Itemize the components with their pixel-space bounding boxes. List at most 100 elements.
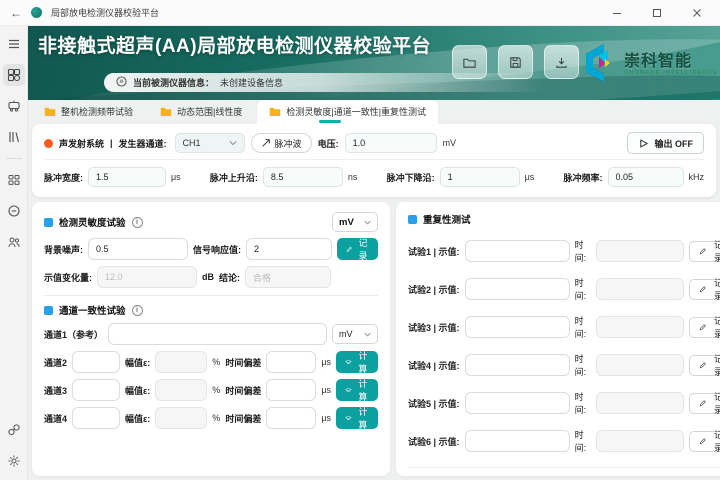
fall-edge-label: 脉冲下降沿: — [386, 172, 435, 183]
trial1-record-button[interactable]: 记录 — [689, 240, 720, 263]
trial4-time-input — [596, 354, 685, 376]
channel4-calc-button[interactable]: 计算 — [336, 407, 379, 430]
channel4-input[interactable] — [72, 407, 121, 429]
maximize-button[interactable] — [652, 8, 662, 18]
users-icon[interactable] — [3, 231, 25, 253]
logo-name: 崇科智能 — [624, 53, 693, 71]
save-button[interactable] — [498, 45, 533, 79]
pencil-icon — [700, 361, 707, 368]
library-icon[interactable] — [3, 126, 25, 148]
channel3-timedev-input[interactable] — [266, 379, 317, 401]
pulse-width-input[interactable] — [88, 167, 166, 187]
channel1-label: 通道1（参考） — [44, 329, 104, 340]
company-logo-icon — [578, 42, 618, 89]
trial5-record-button[interactable]: 记录 — [689, 392, 720, 415]
consistency-unit-select[interactable]: mV — [332, 324, 379, 344]
tab-dynamic-range-linearity[interactable]: 动态范围|线性度 — [148, 100, 254, 124]
tab-sensitivity-consistency-repeatability[interactable]: 检测灵敏度|通道一致性|重复性测试 — [257, 100, 439, 124]
signal-response-input[interactable] — [246, 238, 332, 260]
voltage-unit: mV — [442, 138, 457, 148]
device-icon[interactable] — [3, 95, 25, 117]
link-icon[interactable] — [3, 419, 25, 441]
trial2-value-input[interactable] — [464, 278, 570, 300]
pulse-frequency-label: 脉冲频率: — [563, 172, 603, 183]
channel2-calc-button[interactable]: 计算 — [336, 351, 379, 374]
trial3-time-input — [596, 316, 685, 338]
window-titlebar: ← 局部放电检测仪器校验平台 — [0, 0, 720, 26]
pencil-icon — [700, 323, 707, 330]
channel3-label: 通道3 — [44, 385, 68, 396]
section-bullet — [44, 305, 53, 315]
channel-label: 发生器通道: — [118, 138, 167, 149]
repeatability-section-title: 重复性测试 — [423, 215, 471, 226]
chat-icon[interactable] — [3, 200, 25, 222]
channel1-input[interactable] — [108, 323, 328, 345]
page-title: 非接触式超声(AA)局部放电检测仪器校验平台 — [38, 36, 432, 57]
folder-tab-icon — [160, 107, 172, 116]
sensitivity-consistency-panel: 检测灵敏度试验 i mV 背景噪声: 信号响应值: 记录 示 — [32, 202, 391, 476]
info-icon[interactable]: i — [131, 216, 143, 228]
company-logo: 崇科智能 CHONGKE INTELLIGENCE — [578, 42, 718, 89]
rise-edge-input[interactable] — [262, 167, 343, 187]
hamburger-menu-icon[interactable] — [3, 33, 25, 55]
generator-channel-select[interactable]: CH1 — [174, 133, 245, 153]
channel4-timedev-input[interactable] — [266, 407, 317, 429]
calculate-icon — [345, 387, 352, 393]
trial2-record-button[interactable]: 记录 — [689, 278, 720, 301]
pulse-frequency-input[interactable] — [607, 167, 684, 187]
fall-edge-input[interactable] — [439, 167, 520, 187]
tab-frequency-band-test[interactable]: 整机检测频带试验 — [32, 100, 145, 124]
trial2-time-input — [596, 278, 685, 300]
channel2-input[interactable] — [72, 351, 121, 373]
left-sidebar — [0, 26, 28, 480]
channel2-timedev-input[interactable] — [266, 351, 317, 373]
conclusion-input — [245, 266, 331, 288]
channel2-amplitude-input — [155, 351, 208, 373]
minimize-button[interactable] — [612, 8, 622, 18]
trial6-record-button[interactable]: 记录 — [689, 430, 720, 453]
trial1-time-input — [596, 240, 685, 262]
trial3-record-button[interactable]: 记录 — [689, 316, 720, 339]
trial5-label: 试验5 | 示值: — [408, 398, 460, 409]
chevron-down-icon — [364, 220, 371, 224]
trial4-value-input[interactable] — [464, 354, 570, 376]
voltage-input[interactable] — [344, 133, 437, 153]
pulse-width-label: 脉冲宽度: — [44, 172, 83, 183]
system-label: 声发射系统 — [59, 138, 105, 149]
sensitivity-unit-select[interactable]: mV — [332, 212, 379, 232]
dashboard-icon[interactable] — [2, 64, 25, 86]
trial6-label: 试验6 | 示值: — [408, 436, 460, 447]
sensitivity-record-button[interactable]: 记录 — [337, 238, 379, 261]
trial4-label: 试验4 | 示值: — [408, 360, 460, 371]
trial4-record-button[interactable]: 记录 — [689, 354, 720, 377]
section-bullet — [408, 214, 418, 224]
background-noise-input[interactable] — [88, 238, 188, 260]
modules-icon[interactable] — [3, 169, 25, 191]
close-button[interactable] — [692, 8, 702, 18]
trial6-time-input — [596, 430, 685, 452]
trial6-value-input[interactable] — [464, 430, 570, 452]
status-value: 未创建设备信息 — [220, 78, 284, 88]
page-header: 非接触式超声(AA)局部放电检测仪器校验平台 当前被测仪器信息： 未创建设备信息 — [28, 26, 720, 100]
channel3-input[interactable] — [72, 379, 121, 401]
channel3-calc-button[interactable]: 计算 — [336, 379, 379, 402]
voltage-label: 电压: — [317, 138, 339, 149]
response-label: 信号响应值: — [193, 244, 241, 255]
pencil-icon — [346, 246, 352, 252]
channel4-amplitude-input — [155, 407, 208, 429]
chevron-down-icon — [364, 332, 371, 336]
info-icon[interactable]: i — [131, 304, 143, 316]
output-toggle-button[interactable]: 输出 OFF — [626, 132, 704, 154]
pencil-icon — [700, 399, 707, 406]
status-message-icon — [116, 76, 127, 89]
trial1-value-input[interactable] — [464, 240, 570, 262]
trial3-value-input[interactable] — [464, 316, 570, 338]
open-folder-button[interactable] — [452, 45, 487, 79]
waveform-button[interactable]: 脉冲波 — [250, 133, 312, 153]
settings-gear-icon[interactable] — [3, 450, 25, 472]
download-button[interactable] — [544, 45, 579, 79]
calculate-icon — [345, 415, 352, 421]
pencil-icon — [700, 285, 707, 292]
trial5-value-input[interactable] — [464, 392, 570, 414]
back-arrow-icon[interactable]: ← — [10, 6, 22, 20]
